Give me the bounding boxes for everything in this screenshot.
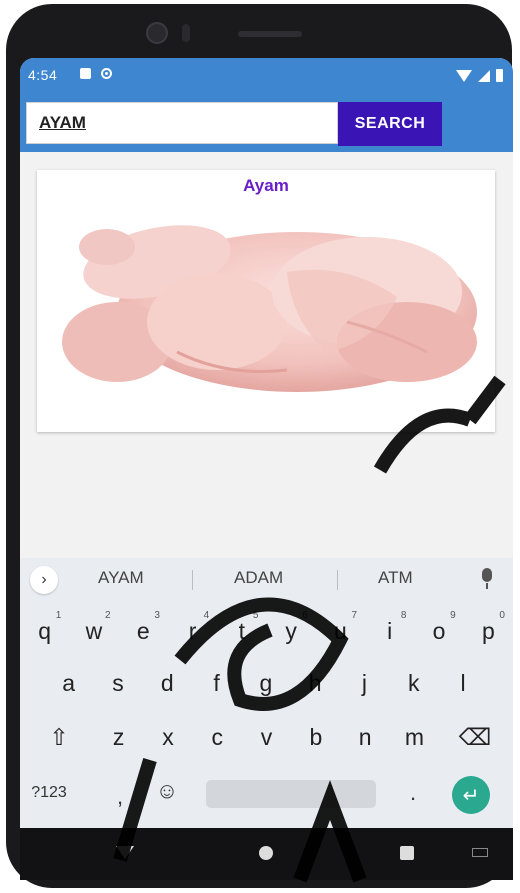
key-label: t [238, 617, 246, 644]
keyboard: › AYAM ADAM ATM ?123 , ☺ . ↵ q1w2e3r4t5y… [20, 558, 513, 828]
key-a[interactable]: a [44, 660, 93, 706]
search-input[interactable] [26, 102, 338, 144]
key-x[interactable]: x [143, 714, 192, 760]
key-s[interactable]: s [93, 660, 142, 706]
recents-icon[interactable] [400, 846, 414, 860]
screen: 4:54 SEARCH Ayam [20, 58, 513, 828]
wifi-icon [456, 70, 472, 82]
result-card[interactable]: Ayam [37, 170, 495, 432]
mic-icon[interactable] [482, 568, 492, 589]
key-h[interactable]: h [291, 660, 340, 706]
sync-icon [101, 68, 112, 79]
key-label: u [334, 617, 347, 644]
key-f[interactable]: f [192, 660, 241, 706]
proximity-sensor [182, 24, 190, 42]
key-hint: 6 [302, 610, 308, 621]
result-title: Ayam [243, 176, 289, 195]
home-icon[interactable] [259, 846, 273, 860]
status-time: 4:54 [28, 67, 58, 83]
key-hint: 5 [252, 610, 259, 621]
key-i[interactable]: i8 [365, 608, 414, 654]
back-icon[interactable] [116, 846, 134, 859]
key-b[interactable]: b [291, 714, 340, 760]
key-label: q [38, 617, 52, 644]
key-hint: 9 [450, 610, 456, 621]
suggestion-3[interactable]: ATM [378, 568, 413, 588]
suggestion-divider [337, 570, 338, 590]
key-hint: 0 [499, 610, 505, 621]
earpiece-speaker [238, 31, 302, 37]
key-label: r [188, 617, 197, 644]
suggestion-divider [192, 570, 193, 590]
key-d[interactable]: d [143, 660, 192, 706]
suggestion-2[interactable]: ADAM [234, 568, 283, 588]
key-hint: 3 [154, 610, 160, 621]
suggestion-strip: › AYAM ADAM ATM [20, 558, 513, 600]
phone-top-bezel [6, 4, 512, 62]
key-p[interactable]: p0 [464, 608, 513, 654]
backspace-key[interactable]: ⌫ [450, 714, 500, 760]
key-e[interactable]: e3 [119, 608, 168, 654]
comma-key[interactable]: , [108, 774, 132, 820]
key-hint: 8 [400, 610, 407, 621]
key-o[interactable]: o9 [414, 608, 463, 654]
navigation-bar [20, 828, 513, 880]
status-bar: 4:54 [20, 58, 513, 96]
enter-key[interactable]: ↵ [452, 776, 490, 814]
key-r[interactable]: r4 [168, 608, 217, 654]
chicken-image [62, 225, 477, 392]
key-g[interactable]: g [241, 660, 290, 706]
key-w[interactable]: w2 [69, 608, 118, 654]
symbols-key[interactable]: ?123 [24, 770, 74, 816]
keyboard-switch-icon[interactable] [472, 848, 488, 857]
status-system-icons [456, 69, 503, 82]
space-key[interactable] [206, 780, 376, 808]
key-label: p [481, 617, 495, 644]
key-label: w [85, 617, 103, 644]
search-bar: SEARCH [20, 96, 513, 152]
key-q[interactable]: q1 [20, 608, 69, 654]
shift-key[interactable]: ⇧ [34, 714, 84, 760]
key-t[interactable]: t5 [217, 608, 266, 654]
key-j[interactable]: j [340, 660, 389, 706]
status-notification-icons [80, 68, 112, 79]
key-n[interactable]: n [341, 714, 390, 760]
key-label: e [136, 617, 150, 644]
signal-icon [478, 70, 490, 82]
key-hint: 2 [105, 610, 111, 621]
key-hint: 4 [203, 610, 210, 621]
expand-suggestions-button[interactable]: › [30, 566, 58, 594]
key-m[interactable]: m [390, 714, 439, 760]
key-hint: 1 [55, 610, 62, 621]
key-u[interactable]: u7 [316, 608, 365, 654]
search-button[interactable]: SEARCH [338, 102, 442, 146]
sd-card-icon [80, 68, 91, 79]
key-z[interactable]: z [94, 714, 143, 760]
period-key[interactable]: . [402, 770, 424, 816]
emoji-icon[interactable]: ☺ [150, 768, 184, 814]
key-v[interactable]: v [242, 714, 291, 760]
key-label: i [387, 617, 393, 644]
key-label: o [432, 617, 446, 644]
front-camera [146, 22, 168, 44]
battery-icon [496, 69, 503, 82]
key-label: y [285, 617, 297, 644]
suggestion-1[interactable]: AYAM [98, 568, 144, 588]
key-k[interactable]: k [389, 660, 438, 706]
key-y[interactable]: y6 [267, 608, 316, 654]
key-hint: 7 [351, 610, 358, 621]
key-l[interactable]: l [438, 660, 487, 706]
key-c[interactable]: c [193, 714, 242, 760]
